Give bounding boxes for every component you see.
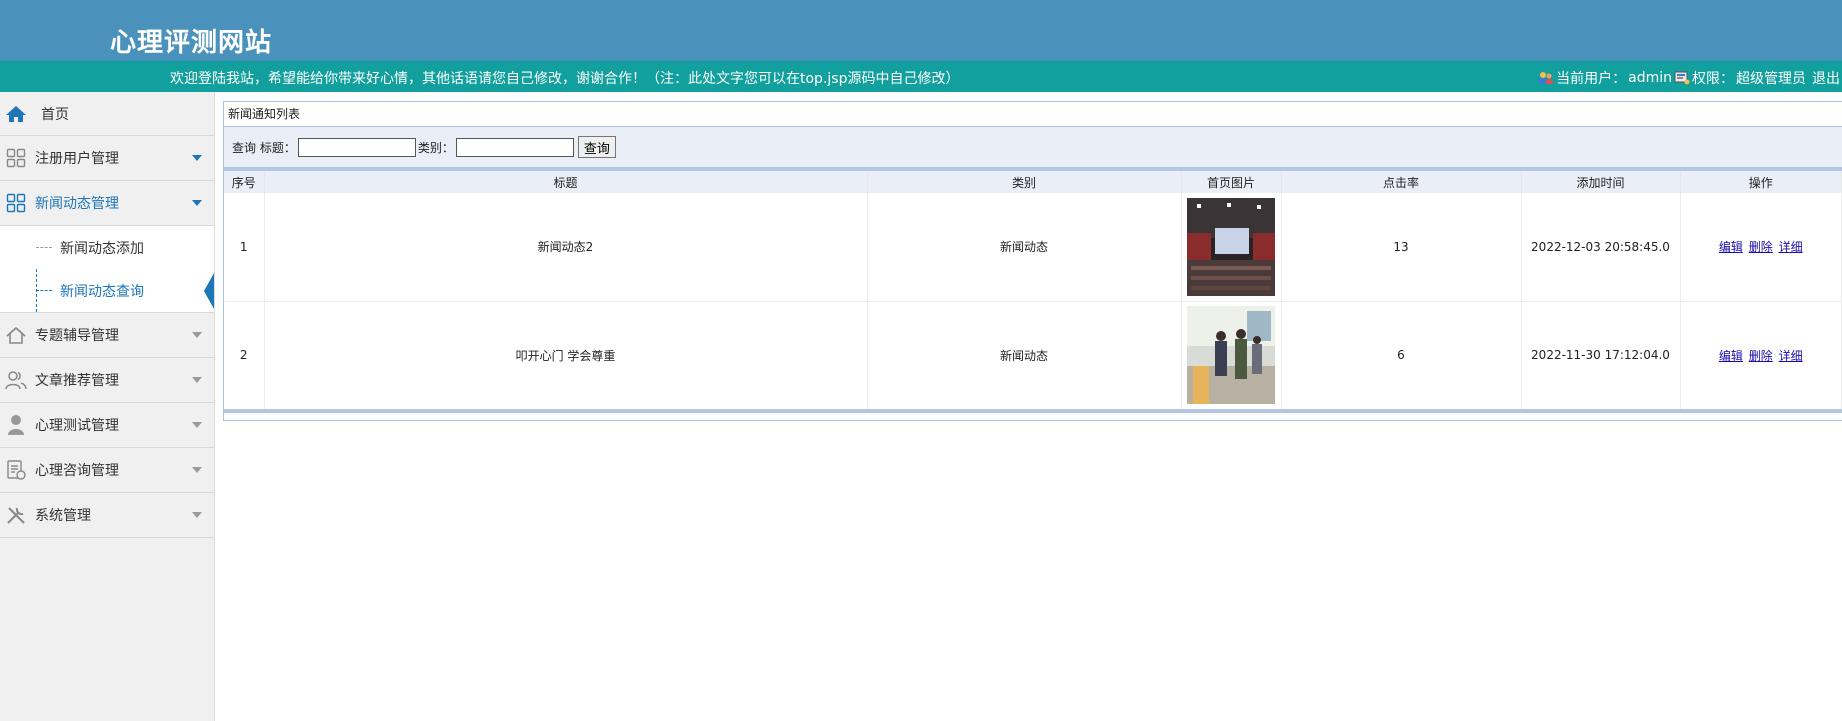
- chevron-down-icon: [192, 467, 202, 473]
- edit-link[interactable]: 编辑: [1719, 240, 1743, 254]
- logout-link[interactable]: 退出: [1812, 68, 1840, 88]
- sidebar-subitem-label: 新闻动态查询: [60, 283, 144, 300]
- search-button[interactable]: 查询: [577, 136, 616, 158]
- column-header: 点击率: [1281, 171, 1522, 193]
- detail-link[interactable]: 详细: [1779, 349, 1803, 363]
- row-image-cell: [1181, 193, 1282, 302]
- role-label: 权限：: [1692, 71, 1734, 87]
- delete-link[interactable]: 删除: [1749, 349, 1773, 363]
- sidebar-item-news[interactable]: 新闻动态管理: [0, 181, 214, 226]
- sidebar-item-articles[interactable]: 文章推荐管理: [0, 358, 214, 403]
- panel-title: 新闻通知列表: [224, 102, 1842, 127]
- column-header: 操作: [1680, 171, 1842, 193]
- sidebar-item-label: 系统管理: [35, 508, 91, 524]
- sidebar: 首页 注册用户管理 新闻动态管理 新闻动态添加 新闻动态查询 专题辅导管理 文章…: [0, 92, 215, 721]
- sidebar-item-label: 心理咨询管理: [35, 463, 119, 479]
- grid-icon: [5, 192, 27, 214]
- active-pointer-icon: [204, 273, 214, 309]
- sidebar-subitem-label: 新闻动态添加: [60, 240, 144, 257]
- sidebar-item-tests[interactable]: 心理测试管理: [0, 403, 214, 448]
- row-category: 新闻动态: [867, 193, 1182, 302]
- site-banner: 心理评测网站: [0, 0, 1842, 61]
- title-search-input[interactable]: [297, 137, 416, 157]
- table-row: 1 新闻动态2 新闻动态 13 2022-12-03 20:58:45.0 编辑…: [224, 193, 1842, 302]
- home-icon: [5, 103, 27, 125]
- row-time: 2022-11-30 17:12:04.0: [1521, 301, 1681, 409]
- sidebar-item-label: 心理测试管理: [35, 418, 119, 434]
- sidebar-item-system[interactable]: 系统管理: [0, 493, 214, 538]
- table-row: 2 叩开心门 学会尊重 新闻动态 6 2022-11-30 17:12:04.0…: [224, 301, 1842, 409]
- row-clicks: 6: [1281, 301, 1522, 409]
- sidebar-subitem-news-query[interactable]: 新闻动态查询: [0, 269, 214, 312]
- column-header: 添加时间: [1521, 171, 1681, 193]
- tree-dash: [36, 247, 52, 248]
- sidebar-item-consult[interactable]: 心理咨询管理: [0, 448, 214, 493]
- column-header: 标题: [264, 171, 868, 193]
- news-thumbnail: [1187, 197, 1275, 296]
- user-icon: [5, 414, 27, 436]
- sidebar-item-users[interactable]: 注册用户管理: [0, 136, 214, 181]
- table-header-row: 序号 标题 类别 首页图片 点击率 添加时间 操作: [224, 171, 1842, 193]
- chevron-down-icon: [192, 512, 202, 518]
- home-icon: [5, 324, 27, 346]
- row-index: 2: [224, 301, 265, 409]
- row-clicks: 13: [1281, 193, 1522, 302]
- row-image-cell: [1181, 301, 1282, 409]
- current-user-label: 当前用户：: [1556, 71, 1627, 87]
- row-time: 2022-12-03 20:58:45.0: [1521, 193, 1681, 302]
- document-icon: [5, 459, 27, 481]
- sidebar-item-label: 注册用户管理: [35, 151, 119, 167]
- user-group-icon: [1539, 72, 1554, 84]
- chevron-down-icon: [192, 155, 202, 161]
- column-header: 类别: [867, 171, 1182, 193]
- sidebar-item-label: 专题辅导管理: [35, 328, 119, 344]
- detail-link[interactable]: 详细: [1779, 240, 1803, 254]
- sidebar-item-home[interactable]: 首页: [0, 92, 214, 136]
- welcome-message: 欢迎登陆我站，希望能给你带来好心情，其他话语请您自己修改，谢谢合作！（注：此处文…: [170, 71, 960, 87]
- sidebar-subitem-news-add[interactable]: 新闻动态添加: [0, 226, 214, 269]
- search-category-label: 类别：: [417, 140, 454, 155]
- sidebar-item-label: 新闻动态管理: [35, 196, 119, 212]
- tools-icon: [5, 504, 27, 526]
- search-bar: 查询 标题： 类别： 查询: [224, 127, 1842, 171]
- delete-link[interactable]: 删除: [1749, 240, 1773, 254]
- row-actions: 编辑 删除 详细: [1680, 193, 1842, 302]
- users-icon: [5, 369, 27, 391]
- chevron-down-icon: [192, 377, 202, 383]
- row-actions: 编辑 删除 详细: [1680, 301, 1842, 409]
- news-table: 序号 标题 类别 首页图片 点击率 添加时间 操作 1 新闻动态2 新闻动态 1…: [224, 171, 1842, 409]
- news-thumbnail: [1187, 306, 1275, 405]
- row-title: 叩开心门 学会尊重: [264, 301, 868, 409]
- grid-icon: [5, 147, 27, 169]
- chevron-down-icon: [192, 422, 202, 428]
- site-title: 心理评测网站: [110, 28, 273, 58]
- row-title: 新闻动态2: [264, 193, 868, 302]
- sidebar-item-topics[interactable]: 专题辅导管理: [0, 313, 214, 358]
- chevron-down-icon: [192, 200, 202, 206]
- tree-dash: [36, 290, 52, 291]
- sidebar-item-label: 首页: [41, 106, 69, 123]
- category-search-input[interactable]: [455, 137, 574, 157]
- permission-icon: [1674, 71, 1690, 85]
- role-value: 超级管理员: [1736, 71, 1806, 87]
- column-header: 首页图片: [1181, 171, 1282, 193]
- current-user: admin: [1628, 70, 1672, 86]
- edit-link[interactable]: 编辑: [1719, 349, 1743, 363]
- search-title-label: 查询 标题：: [232, 140, 296, 155]
- user-info: 当前用户： admin 权限： 超级管理员 退出: [1538, 68, 1842, 88]
- sidebar-item-label: 文章推荐管理: [35, 373, 119, 389]
- row-category: 新闻动态: [867, 301, 1182, 409]
- row-index: 1: [224, 193, 265, 302]
- table-footer-bar: [224, 409, 1842, 413]
- column-header: 序号: [224, 171, 265, 193]
- top-bar: 欢迎登陆我站，希望能给你带来好心情，其他话语请您自己修改，谢谢合作！（注：此处文…: [0, 61, 1842, 92]
- news-submenu: 新闻动态添加 新闻动态查询: [0, 226, 214, 313]
- news-list-panel: 新闻通知列表 查询 标题： 类别： 查询 序号 标题 类别 首页图片 点击率 添…: [223, 101, 1842, 421]
- chevron-down-icon: [192, 332, 202, 338]
